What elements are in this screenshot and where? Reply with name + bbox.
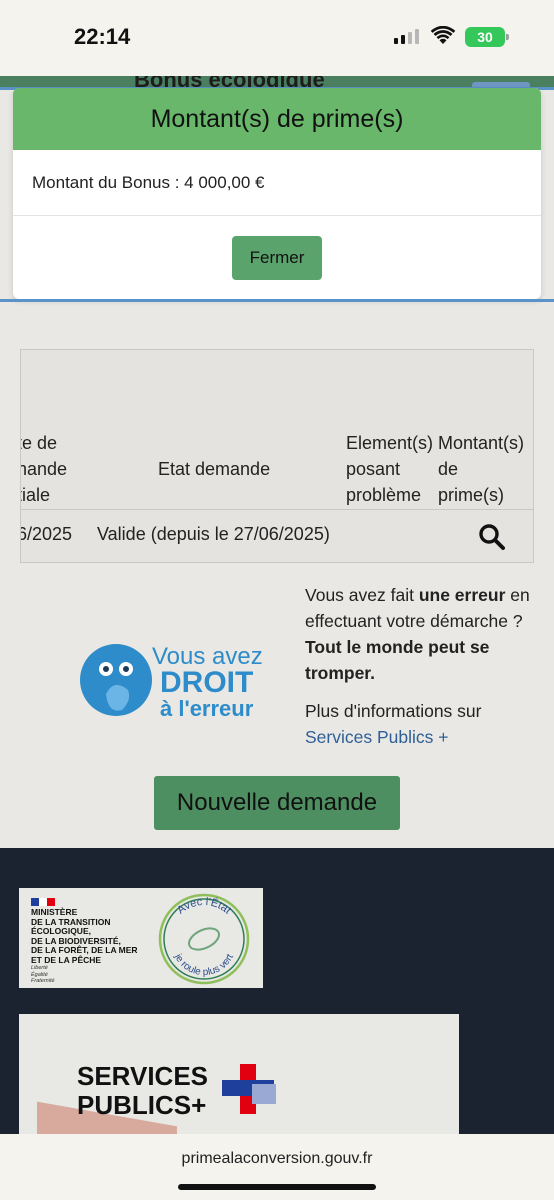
ministere-line: ET DE LA PÊCHE	[31, 954, 102, 965]
header-elements-probleme: Element(s) posant problème	[346, 433, 434, 505]
services-publics-logo-text: SERVICES PUBLICS+	[77, 1062, 208, 1120]
services-publics-cross-icon	[222, 1064, 276, 1114]
modal-body-text: Montant du Bonus : 4 000,00 €	[13, 150, 541, 216]
wifi-icon	[430, 26, 456, 44]
services-publics-link[interactable]: Services Publics +	[305, 724, 535, 750]
demandes-table: te de nande tiale Etat demande Element(s…	[20, 349, 534, 563]
cellular-signal-icon	[394, 29, 419, 44]
logo-line2: DROIT	[160, 666, 253, 699]
close-button[interactable]: Fermer	[232, 235, 322, 280]
battery-icon: 30	[465, 27, 509, 47]
battery-level: 30	[477, 29, 493, 45]
marianne-flag-icon	[31, 898, 55, 906]
droit-erreur-more: Plus d'informations sur	[305, 701, 482, 721]
nouvelle-demande-button[interactable]: Nouvelle demande	[154, 776, 400, 830]
droit-erreur-text: Vous avez fait une erreur en effectuant …	[305, 582, 535, 750]
modal-focus-border-bottom	[0, 299, 554, 302]
status-bar: 22:14 30	[0, 0, 554, 76]
droit-erreur-logo: Vous avez DROIT à l'erreur	[80, 636, 270, 726]
cell-etat: Valide (depuis le 27/06/2025)	[97, 524, 330, 544]
sp-line1: SERVICES	[77, 1061, 209, 1091]
logo-line3: à l'erreur	[160, 696, 254, 721]
modal-title: Montant(s) de prime(s)	[13, 88, 541, 150]
badge-bottom-text: je roule plus vert	[172, 952, 236, 978]
sp-line2: PUBLICS+	[77, 1090, 207, 1120]
modal-footer: Fermer	[13, 216, 541, 299]
header-etat-demande: Etat demande	[158, 459, 271, 479]
url-address[interactable]: primealaconversion.gouv.fr	[0, 1150, 554, 1168]
devise-line: Fraternité	[31, 978, 55, 984]
status-time: 22:14	[74, 24, 131, 49]
table-row: 6/2025 Valide (depuis le 27/06/2025)	[20, 509, 533, 562]
browser-bottom-bar: primealaconversion.gouv.fr	[0, 1134, 554, 1200]
question-part1: Vous avez fait	[305, 585, 419, 605]
devise: Liberté Égalité Fraternité	[31, 965, 55, 985]
question-bold: une erreur	[418, 585, 506, 605]
droit-erreur-bold: Tout le monde peut se tromper.	[305, 637, 490, 683]
ministere-name: MINISTÈRE DE LA TRANSITION ÉCOLOGIQUE, D…	[31, 907, 161, 965]
home-indicator[interactable]	[178, 1184, 376, 1190]
header-montant-primes: Montant(s) de prime(s)	[438, 433, 525, 505]
header-date-demande: te de nande tiale	[20, 433, 68, 505]
droit-erreur-question: Vous avez fait une erreur en effectuant …	[305, 582, 535, 634]
ministere-logo-card: MINISTÈRE DE LA TRANSITION ÉCOLOGIQUE, D…	[19, 888, 263, 988]
avec-l-etat-badge: Avec l'État je roule plus vert	[158, 893, 250, 985]
prime-amount-modal: Montant(s) de prime(s) Montant du Bonus …	[13, 88, 541, 299]
cell-date: 6/2025	[20, 524, 73, 544]
search-icon[interactable]	[477, 522, 507, 552]
